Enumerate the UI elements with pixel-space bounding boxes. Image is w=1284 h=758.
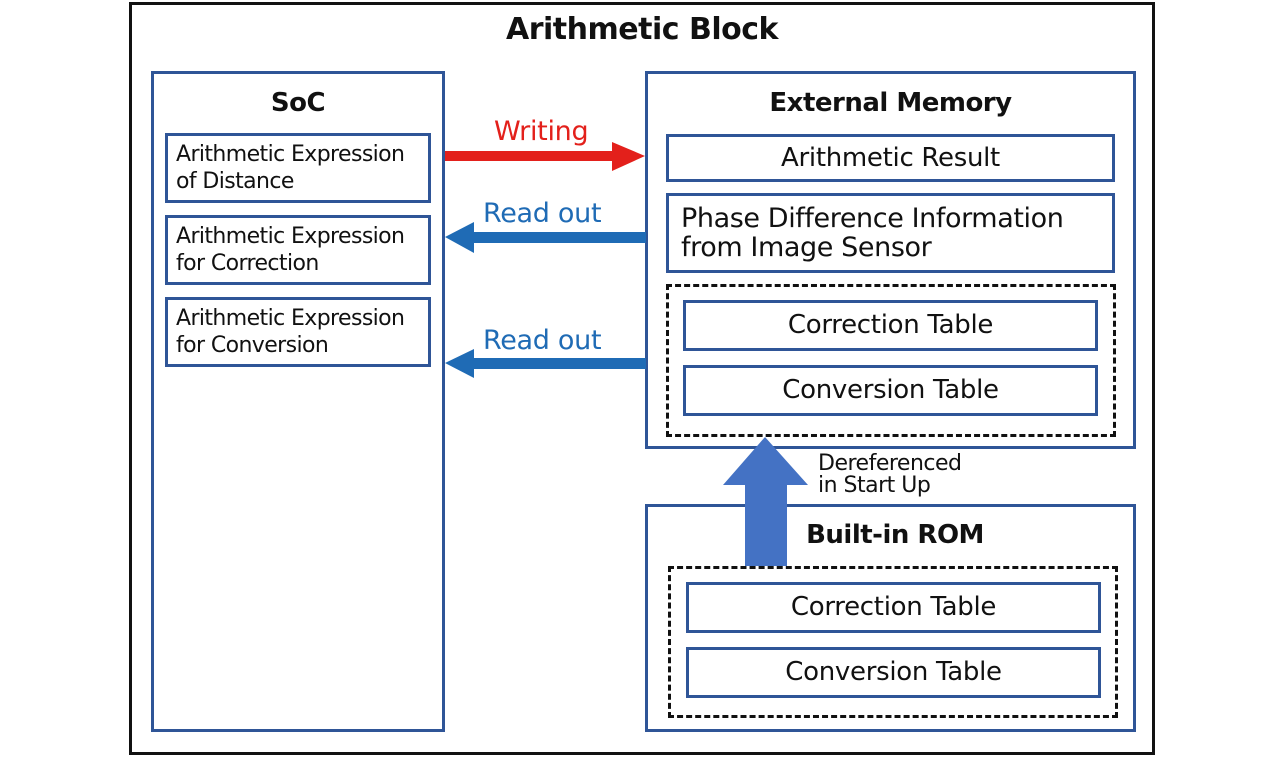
dereferenced-line2: in Start Up (818, 473, 931, 498)
writing-label: Writing (494, 116, 589, 147)
arrows-layer (445, 142, 808, 566)
startup-up-arrow (723, 437, 808, 566)
dereferenced-label: Dereferenced in Start Up (818, 453, 962, 497)
read-out-label-2: Read out (483, 325, 602, 356)
dereferenced-line1: Dereferenced (818, 451, 962, 476)
read-out-label-1: Read out (483, 198, 602, 229)
